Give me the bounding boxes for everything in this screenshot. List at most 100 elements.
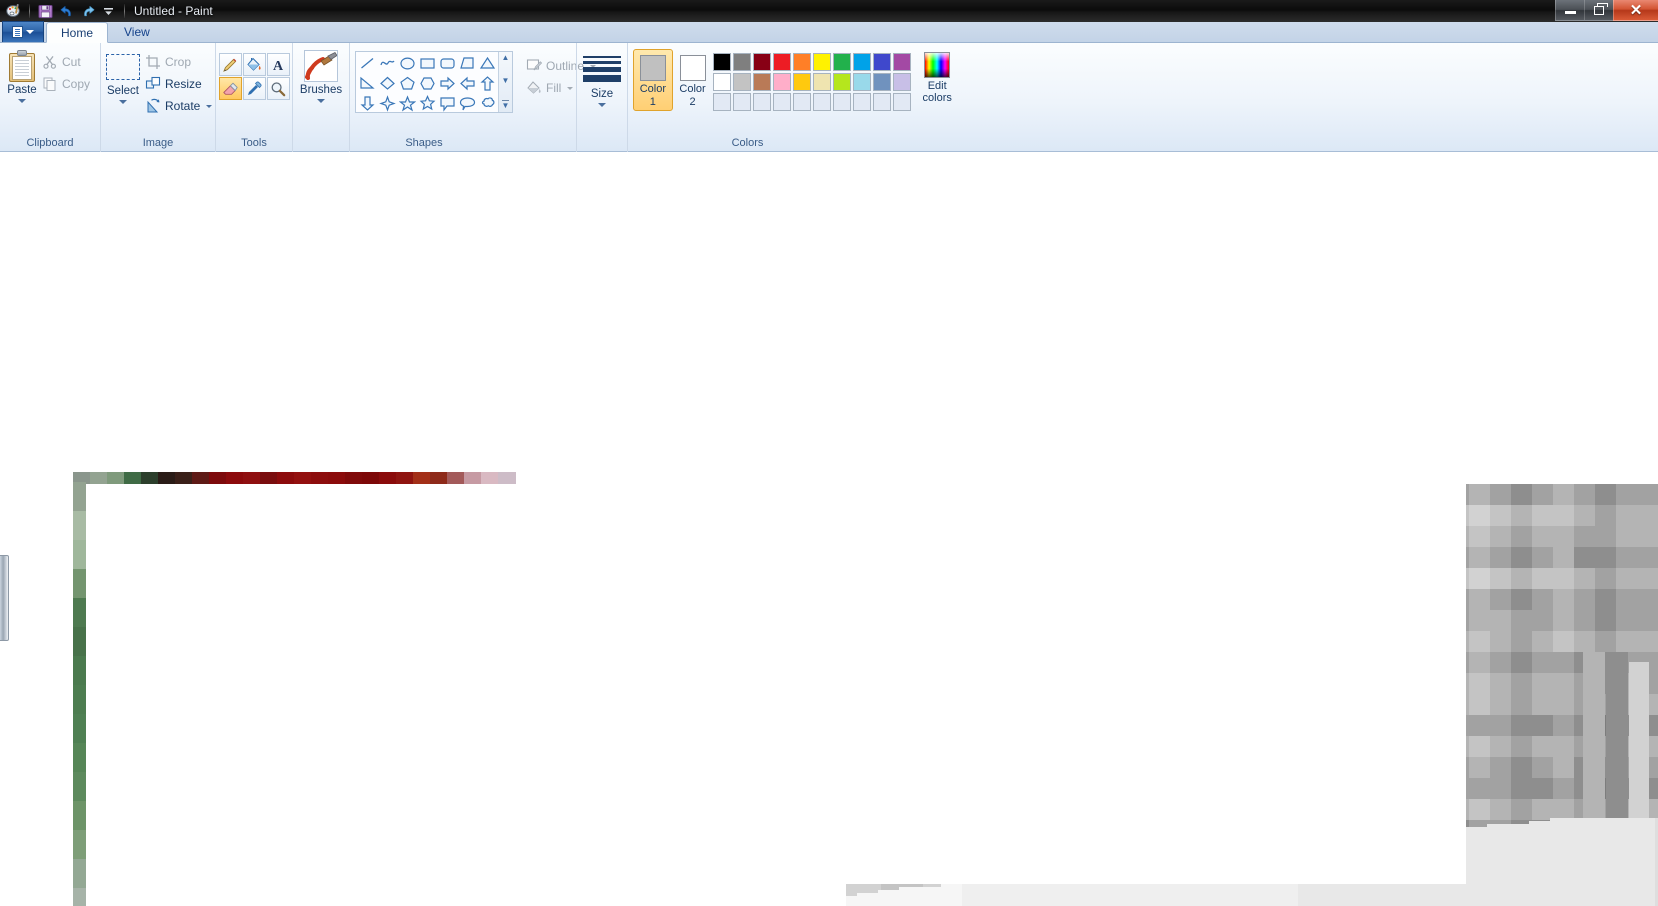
palette-swatch-r3-c3[interactable] [753,93,772,111]
fill-tool[interactable] [242,53,266,76]
workspace[interactable] [0,152,1658,906]
file-menu-button[interactable] [2,21,44,42]
palette-swatch-r3-c2[interactable] [733,93,752,111]
fill-dropdown-icon[interactable] [567,86,574,90]
canvas-pixel-right [1469,778,1491,800]
palette-swatch-r1-c10[interactable] [893,53,912,71]
palette-swatch-r3-c6[interactable] [813,93,832,111]
palette-swatch-r2-c10[interactable] [893,73,912,91]
palette-swatch-r3-c10[interactable] [893,93,912,111]
rotate-button[interactable]: Rotate [140,95,217,117]
canvas-pixel-right [1469,568,1491,590]
palette-swatch-r3-c7[interactable] [833,93,852,111]
rotate-dropdown-icon[interactable] [206,104,213,108]
palette-swatch-r2-c6[interactable] [813,73,832,91]
palette-swatch-r3-c1[interactable] [713,93,732,111]
shape-five-point-star[interactable] [397,93,417,113]
palette-swatch-r1-c8[interactable] [853,53,872,71]
undo-icon[interactable] [57,2,76,21]
text-tool[interactable]: A [266,53,290,76]
select-dropdown-icon[interactable] [119,100,127,104]
palette-swatch-r1-c5[interactable] [793,53,812,71]
paste-dropdown-icon[interactable] [17,99,26,103]
pencil-tool[interactable] [218,53,242,76]
shape-curve[interactable] [377,53,397,73]
size-button[interactable]: Size [582,47,622,107]
shape-up-arrow[interactable] [477,73,497,93]
palette-swatch-r2-c2[interactable] [733,73,752,91]
shape-left-arrow[interactable] [457,73,477,93]
copy-button[interactable]: Copy [37,73,95,95]
shape-cloud-callout[interactable] [477,93,497,113]
eraser-tool[interactable] [218,77,242,100]
palette-swatch-r1-c1[interactable] [713,53,732,71]
palette-swatch-r3-c5[interactable] [793,93,812,111]
shapes-scrollbar[interactable]: ▲ ▼ ▼ [498,52,512,112]
magnifier-tool[interactable] [266,77,290,100]
crop-button[interactable]: Crop [140,51,217,73]
resize-button[interactable]: Resize [140,73,217,95]
shape-diamond[interactable] [377,73,397,93]
customize-qat-icon[interactable] [99,2,118,21]
shape-right-triangle[interactable] [357,73,377,93]
save-icon[interactable] [36,2,55,21]
tools-grid: A [218,47,290,100]
drawing-canvas[interactable] [73,472,1658,906]
palette-swatch-r1-c2[interactable] [733,53,752,71]
shape-down-arrow[interactable] [357,93,377,113]
restore-button[interactable] [1584,0,1613,21]
close-button[interactable]: ✕ [1613,0,1658,21]
brushes-dropdown-icon[interactable] [317,99,325,103]
shape-four-point-star[interactable] [377,93,397,113]
shapes-scroll-up-icon[interactable]: ▲ [502,54,510,62]
shape-oval[interactable] [397,53,417,73]
shape-right-arrow[interactable] [437,73,457,93]
palette-swatch-r1-c3[interactable] [753,53,772,71]
redo-icon[interactable] [78,2,97,21]
size-dropdown-icon[interactable] [598,103,606,107]
shape-rounded-rectangle[interactable] [437,53,457,73]
brushes-button[interactable]: Brushes [298,47,344,103]
canvas-pixel-right [1490,715,1512,737]
palette-swatch-r1-c7[interactable] [833,53,852,71]
palette-swatch-r2-c4[interactable] [773,73,792,91]
paint-app-icon[interactable] [4,2,23,21]
shapes-more-icon[interactable]: ▼ [501,100,510,110]
color2-button[interactable]: Color 2 [673,49,713,111]
brush-icon [304,50,338,82]
shape-six-point-star[interactable] [417,93,437,113]
palette-swatch-r2-c1[interactable] [713,73,732,91]
shape-pentagon[interactable] [397,73,417,93]
shape-rectangle[interactable] [417,53,437,73]
palette-swatch-r2-c8[interactable] [853,73,872,91]
select-button[interactable]: Select [106,47,140,104]
shape-hexagon[interactable] [417,73,437,93]
canvas-pixel-top [379,472,397,484]
shape-rounded-callout[interactable] [457,93,477,113]
palette-swatch-r1-c6[interactable] [813,53,832,71]
shape-polygon[interactable] [457,53,477,73]
palette-swatch-r3-c9[interactable] [873,93,892,111]
palette-swatch-r1-c9[interactable] [873,53,892,71]
canvas-vertical-scrollbar[interactable] [0,555,9,641]
palette-swatch-r2-c3[interactable] [753,73,772,91]
tab-view[interactable]: View [110,21,164,42]
palette-swatch-r2-c5[interactable] [793,73,812,91]
palette-swatch-r3-c4[interactable] [773,93,792,111]
palette-swatch-r2-c9[interactable] [873,73,892,91]
cut-button[interactable]: Cut [37,51,95,73]
palette-swatch-r2-c7[interactable] [833,73,852,91]
shapes-scroll-down-icon[interactable]: ▼ [502,77,510,85]
shape-rectangular-callout[interactable] [437,93,457,113]
palette-swatch-r3-c8[interactable] [853,93,872,111]
tab-home[interactable]: Home [46,22,109,43]
edit-colors-button[interactable]: Edit colors [912,47,962,104]
color1-button[interactable]: Color 1 [633,49,673,111]
shape-triangle[interactable] [477,53,497,73]
paste-button[interactable]: Paste [7,47,37,103]
color-picker-tool[interactable] [242,77,266,100]
minimize-button[interactable] [1555,0,1584,21]
palette-swatch-r1-c4[interactable] [773,53,792,71]
canvas-pixel-right [1574,526,1596,548]
shape-line[interactable] [357,53,377,73]
